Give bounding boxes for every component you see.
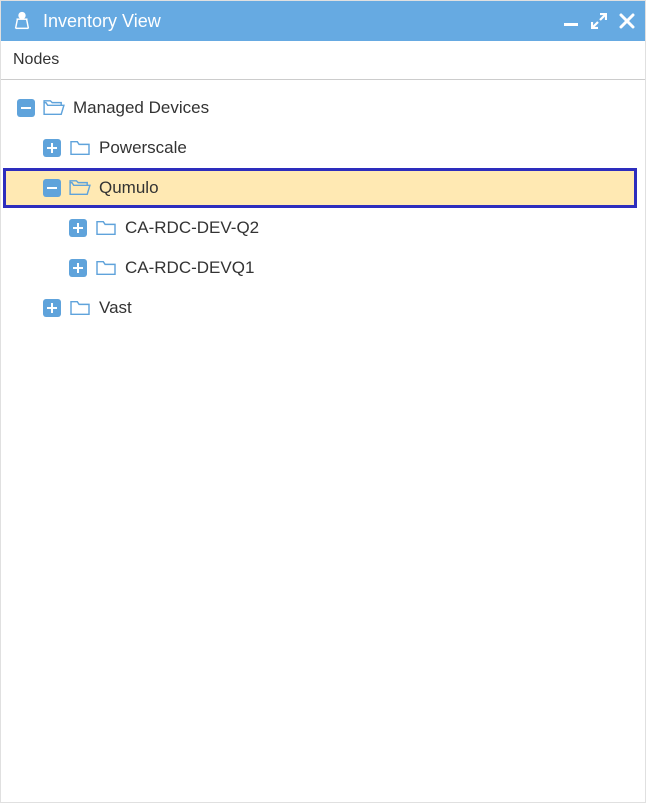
tree-node-label: CA-RDC-DEV-Q2 bbox=[125, 218, 259, 238]
app-icon bbox=[11, 10, 33, 32]
tree-node-vast[interactable]: Vast bbox=[3, 288, 643, 328]
close-icon[interactable] bbox=[619, 13, 635, 29]
window-title: Inventory View bbox=[43, 11, 161, 32]
tree-node-powerscale[interactable]: Powerscale bbox=[3, 128, 643, 168]
expand-icon[interactable] bbox=[69, 219, 87, 237]
expand-icon[interactable] bbox=[43, 299, 61, 317]
folder-icon bbox=[95, 219, 117, 237]
expand-icon[interactable] bbox=[43, 139, 61, 157]
tree-node-label: CA-RDC-DEVQ1 bbox=[125, 258, 254, 278]
folder-open-icon bbox=[43, 99, 65, 117]
tree-node-ca-rdc-dev-q2[interactable]: CA-RDC-DEV-Q2 bbox=[3, 208, 643, 248]
tree-node-managed-devices[interactable]: Managed Devices bbox=[3, 88, 643, 128]
titlebar-left: Inventory View bbox=[11, 10, 161, 32]
folder-icon bbox=[95, 259, 117, 277]
collapse-icon[interactable] bbox=[17, 99, 35, 117]
titlebar: Inventory View bbox=[1, 1, 645, 41]
tree: Managed Devices Powerscale Qumulo CA-RDC… bbox=[1, 80, 645, 336]
folder-open-icon bbox=[69, 179, 91, 197]
maximize-icon[interactable] bbox=[591, 13, 607, 29]
folder-icon bbox=[69, 299, 91, 317]
collapse-icon[interactable] bbox=[43, 179, 61, 197]
expand-icon[interactable] bbox=[69, 259, 87, 277]
minimize-icon[interactable] bbox=[563, 13, 579, 29]
tree-node-label: Powerscale bbox=[99, 138, 187, 158]
titlebar-controls bbox=[563, 13, 635, 29]
tree-node-qumulo[interactable]: Qumulo bbox=[3, 168, 637, 208]
section-header: Nodes bbox=[1, 41, 645, 80]
tree-node-label: Vast bbox=[99, 298, 132, 318]
tree-node-label: Managed Devices bbox=[73, 98, 209, 118]
tree-node-label: Qumulo bbox=[99, 178, 159, 198]
tree-node-ca-rdc-devq1[interactable]: CA-RDC-DEVQ1 bbox=[3, 248, 643, 288]
folder-icon bbox=[69, 139, 91, 157]
